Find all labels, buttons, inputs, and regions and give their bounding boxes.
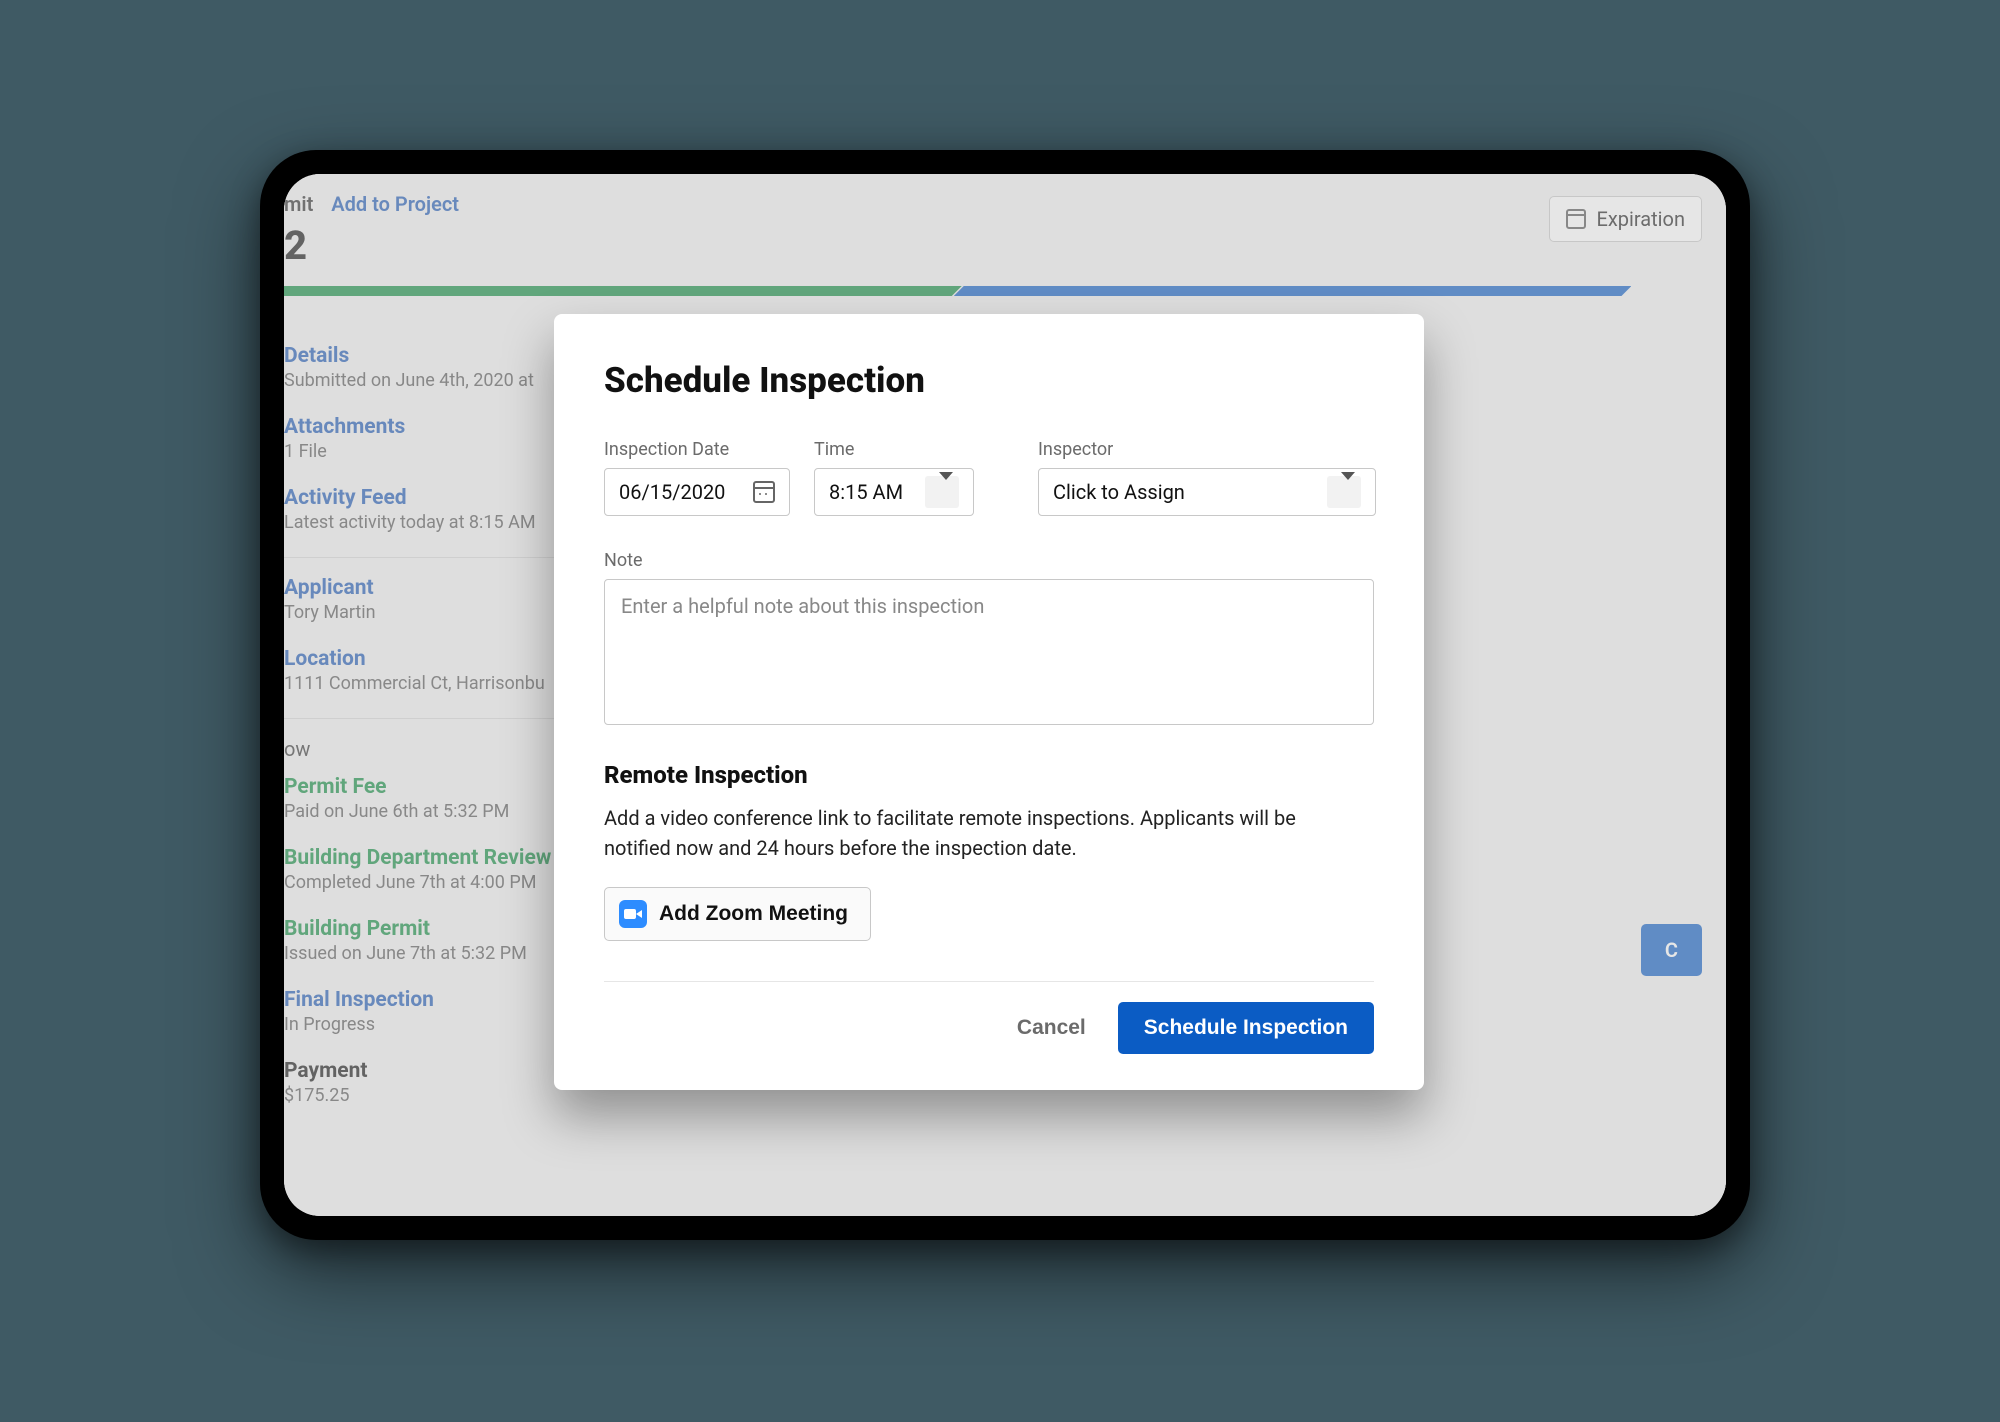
- calendar-icon: [753, 481, 775, 503]
- field-note: Note: [604, 550, 1374, 725]
- device-frame: mit Add to Project 2 Expiration Details: [260, 150, 1750, 1240]
- inspector-value: Click to Assign: [1053, 480, 1185, 504]
- dialog-divider: [604, 981, 1374, 982]
- remote-inspection-heading: Remote Inspection: [604, 761, 1374, 789]
- progress-bar: [284, 286, 1726, 296]
- add-zoom-meeting-button[interactable]: Add Zoom Meeting: [604, 887, 871, 941]
- field-label: Inspector: [1038, 439, 1376, 460]
- note-textarea[interactable]: [604, 579, 1374, 725]
- chevron-down-icon: [1327, 476, 1361, 508]
- zoom-icon: [619, 900, 647, 928]
- dialog-actions: Cancel Schedule Inspection: [604, 1002, 1374, 1054]
- expiration-button[interactable]: Expiration: [1549, 196, 1702, 242]
- page-header: mit Add to Project 2 Expiration: [284, 174, 1726, 294]
- progress-segment-active: [954, 286, 1632, 296]
- expiration-label: Expiration: [1596, 207, 1685, 231]
- inspection-date-input[interactable]: 06/15/2020: [604, 468, 790, 516]
- chevron-down-icon: [925, 476, 959, 508]
- progress-segment-complete: [284, 286, 962, 296]
- breadcrumb-add-to-project[interactable]: Add to Project: [331, 192, 459, 216]
- screen: mit Add to Project 2 Expiration Details: [284, 174, 1726, 1216]
- record-number: 2: [284, 222, 1702, 269]
- time-value: 8:15 AM: [829, 480, 903, 504]
- zoom-button-label: Add Zoom Meeting: [659, 902, 848, 926]
- time-select[interactable]: 8:15 AM: [814, 468, 974, 516]
- breadcrumb: mit Add to Project: [284, 192, 1702, 216]
- field-label: Note: [604, 550, 1374, 571]
- remote-inspection-description: Add a video conference link to facilitat…: [604, 803, 1344, 863]
- field-inspector: Inspector Click to Assign: [1038, 439, 1376, 516]
- primary-action-button[interactable]: C: [1641, 924, 1702, 976]
- schedule-inspection-dialog: Schedule Inspection Inspection Date 06/1…: [554, 314, 1424, 1090]
- schedule-inspection-button[interactable]: Schedule Inspection: [1118, 1002, 1374, 1054]
- field-label: Inspection Date: [604, 439, 790, 460]
- field-time: Time 8:15 AM: [814, 439, 974, 516]
- calendar-icon: [1566, 209, 1586, 229]
- cancel-button[interactable]: Cancel: [1017, 1016, 1086, 1040]
- breadcrumb-permit: mit: [284, 192, 313, 216]
- inspection-date-value: 06/15/2020: [619, 480, 725, 504]
- field-inspection-date: Inspection Date 06/15/2020: [604, 439, 790, 516]
- inspector-select[interactable]: Click to Assign: [1038, 468, 1376, 516]
- dialog-title: Schedule Inspection: [604, 360, 1374, 401]
- field-label: Time: [814, 439, 974, 460]
